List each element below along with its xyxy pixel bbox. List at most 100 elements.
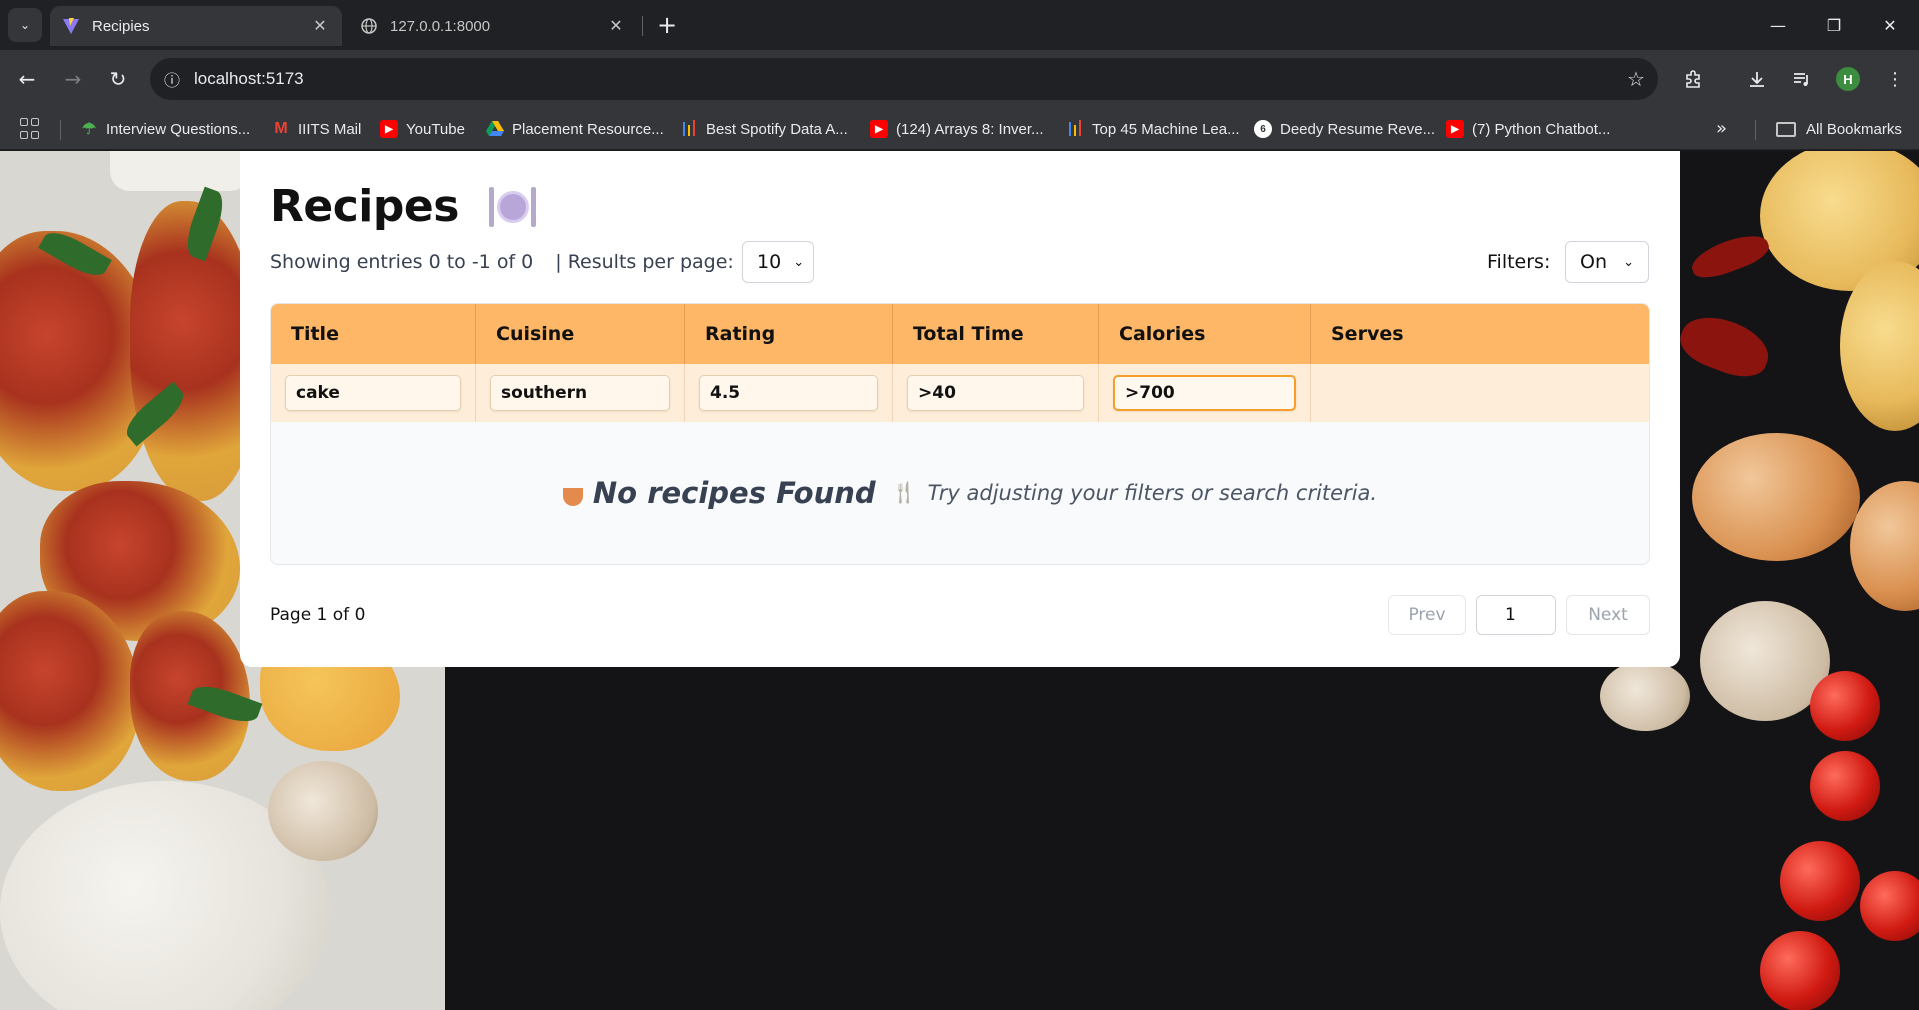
more-bookmarks-icon[interactable]: » — [1716, 118, 1727, 139]
all-bookmarks-button[interactable]: All Bookmarks — [1776, 116, 1902, 142]
calories-filter-input[interactable] — [1113, 375, 1296, 411]
bookmark-label: Deedy Resume Reve... — [1280, 120, 1436, 138]
results-per-page-value: 10 — [757, 251, 782, 273]
filters-select[interactable]: On ⌄ — [1565, 241, 1649, 283]
empty-state: No recipes Found 🍴︎ Try adjusting your f… — [271, 422, 1649, 564]
media-control-icon[interactable] — [1787, 64, 1817, 94]
tab-recipies[interactable]: Recipies ✕ — [50, 6, 342, 46]
filter-cell — [1099, 364, 1311, 422]
tab-localhost-8000[interactable]: 127.0.0.1:8000 ✕ — [348, 6, 638, 46]
bowl — [110, 151, 250, 191]
filter-cell — [476, 364, 685, 422]
back-button[interactable]: ← — [12, 64, 42, 94]
minimize-button[interactable]: — — [1758, 8, 1798, 42]
bookmark-label: Best Spotify Data A... — [706, 120, 848, 138]
tab-search-button[interactable]: ⌄ — [8, 8, 42, 42]
entries-count: Showing entries 0 to -1 of 0 — [270, 251, 534, 273]
egg — [1692, 433, 1860, 561]
mushroom — [1600, 661, 1690, 731]
column-header-serves[interactable]: Serves — [1311, 304, 1649, 364]
bookmark-label: (7) Python Chatbot... — [1472, 120, 1611, 138]
new-tab-button[interactable]: + — [652, 10, 682, 40]
rating-filter-input[interactable] — [699, 375, 878, 411]
bookmark-label: Placement Resource... — [512, 120, 664, 138]
serves-filter-cell — [1311, 364, 1649, 422]
profile-avatar[interactable]: H — [1836, 67, 1860, 91]
mushroom — [268, 761, 378, 861]
column-header-cuisine[interactable]: Cuisine — [476, 304, 685, 364]
cherry-tomato — [1760, 931, 1840, 1010]
tab-strip: ⌄ Recipies ✕ 127.0.0.1:8000 ✕ + — ❐ ✕ — [0, 0, 1919, 50]
bookmark-item[interactable]: ▶ (7) Python Chatbot... — [1446, 116, 1610, 142]
apps-grid-icon[interactable] — [20, 118, 42, 140]
bookmark-item[interactable]: ☂ Interview Questions... — [80, 116, 250, 142]
filter-row — [271, 364, 1649, 422]
empty-state-message: Try adjusting your filters or search cri… — [927, 481, 1378, 505]
page-number-input[interactable] — [1476, 595, 1556, 635]
bookmark-item[interactable]: ▶ (124) Arrays 8: Inver... — [870, 116, 1044, 142]
bookmark-item[interactable]: 6 Deedy Resume Reve... — [1254, 116, 1435, 142]
chart-icon — [1066, 120, 1084, 138]
bookmark-label: (124) Arrays 8: Inver... — [896, 120, 1044, 138]
drive-icon — [486, 120, 504, 138]
spaghetti-icon — [562, 488, 583, 506]
bookmark-item[interactable]: Best Spotify Data A... — [680, 116, 848, 142]
restore-button[interactable]: ❐ — [1814, 8, 1854, 42]
filter-cell — [271, 364, 476, 422]
globe-icon — [360, 17, 378, 35]
recipes-card: Recipes Showing entries 0 to -1 of 0 | R… — [240, 151, 1680, 667]
cherry-tomato — [1780, 841, 1860, 921]
bookmarks-divider — [60, 120, 61, 140]
results-per-page-label: | Results per page: — [555, 251, 734, 273]
page-title-text: Recipes — [270, 181, 459, 232]
forward-button[interactable]: → — [58, 64, 88, 94]
chevron-down-icon: ⌄ — [793, 254, 805, 270]
chevron-down-icon: ⌄ — [1623, 254, 1634, 270]
total-time-filter-input[interactable] — [907, 375, 1084, 411]
download-icon[interactable] — [1742, 64, 1772, 94]
folder-icon — [1776, 121, 1796, 137]
entries-info: Showing entries 0 to -1 of 0 | Results p… — [270, 251, 734, 273]
bookmark-item[interactable]: ▶ YouTube — [380, 116, 465, 142]
column-header-total-time[interactable]: Total Time — [893, 304, 1099, 364]
close-window-button[interactable]: ✕ — [1870, 8, 1910, 42]
next-page-button[interactable]: Next — [1566, 595, 1650, 635]
pagination-info: Page 1 of 0 — [270, 605, 366, 625]
column-header-rating[interactable]: Rating — [685, 304, 893, 364]
url-text[interactable]: localhost:5173 — [194, 69, 1614, 89]
vite-icon — [62, 17, 80, 35]
bookmark-item[interactable]: Top 45 Machine Lea... — [1066, 116, 1240, 142]
bookmark-item[interactable]: M IIITS Mail — [272, 116, 361, 142]
close-tab-icon[interactable]: ✕ — [606, 16, 626, 36]
cuisine-filter-input[interactable] — [490, 375, 670, 411]
page-title: Recipes — [270, 181, 536, 232]
filter-cell — [893, 364, 1099, 422]
all-bookmarks-label: All Bookmarks — [1806, 120, 1902, 138]
filters-value: On — [1580, 251, 1607, 273]
reload-button[interactable]: ↻ — [103, 64, 133, 94]
column-header-calories[interactable]: Calories — [1099, 304, 1311, 364]
prev-page-button[interactable]: Prev — [1388, 595, 1466, 635]
recipes-table: Title Cuisine Rating Total Time Calories… — [270, 303, 1650, 565]
bookmarks-divider — [1755, 120, 1756, 140]
fork-knife-icon: 🍴︎ — [889, 480, 918, 506]
youtube-icon: ▶ — [380, 120, 398, 138]
bookmark-star-icon[interactable]: ☆ — [1614, 67, 1658, 91]
column-header-title[interactable]: Title — [271, 304, 476, 364]
plate-utensils-icon — [487, 185, 536, 229]
cherry-tomato — [1810, 751, 1880, 821]
chart-icon — [680, 120, 698, 138]
egg — [1850, 481, 1919, 611]
youtube-icon: ▶ — [870, 120, 888, 138]
bookmark-label: YouTube — [406, 120, 465, 138]
cherry-tomato — [1810, 671, 1880, 741]
results-per-page-select[interactable]: 10 ⌄ — [742, 241, 814, 283]
site-info-icon[interactable]: ⓘ — [150, 58, 194, 100]
extensions-icon[interactable] — [1678, 64, 1708, 94]
chili-pepper — [1674, 307, 1776, 385]
bookmark-item[interactable]: Placement Resource... — [486, 116, 664, 142]
menu-icon[interactable]: ⋮ — [1880, 64, 1910, 94]
title-filter-input[interactable] — [285, 375, 461, 411]
address-bar[interactable]: ⓘ localhost:5173 ☆ — [150, 58, 1658, 100]
close-tab-icon[interactable]: ✕ — [310, 16, 330, 36]
